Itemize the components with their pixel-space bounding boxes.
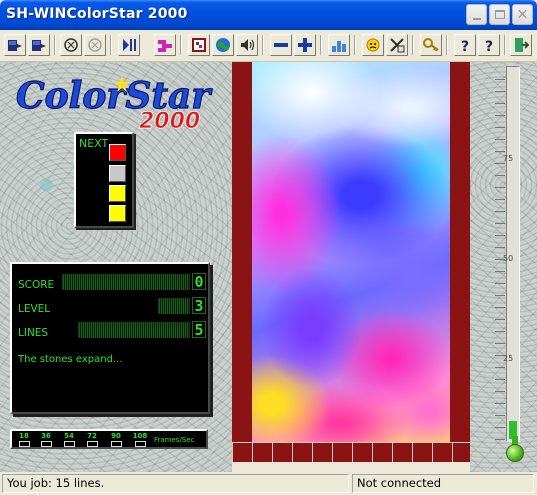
- open-game-button[interactable]: [28, 34, 50, 56]
- level-button[interactable]: [154, 34, 176, 56]
- decrease-button[interactable]: [270, 34, 292, 56]
- toolbar-separator: [446, 35, 448, 55]
- toolbar-separator: [54, 35, 56, 55]
- next-label: NEXT: [79, 137, 109, 150]
- lines-label: LINES: [18, 327, 49, 339]
- speed-option-90[interactable]: 90: [106, 432, 126, 447]
- next-block-4: [109, 205, 126, 222]
- network-icon: [216, 38, 230, 52]
- game-board-frame: [232, 62, 470, 462]
- score-bar: [62, 274, 190, 290]
- lines-bar: [78, 322, 190, 338]
- network-button[interactable]: [212, 34, 234, 56]
- game-board[interactable]: [252, 62, 450, 442]
- volume-icon: [241, 39, 255, 51]
- toolbar-separator: [180, 35, 182, 55]
- close-icon: ✕: [516, 6, 529, 23]
- new-game-icon: [8, 40, 22, 51]
- board-button[interactable]: [188, 34, 210, 56]
- next-piece-panel: NEXT: [74, 132, 134, 228]
- toolbar-separator: [262, 35, 264, 55]
- maximize-button[interactable]: [489, 4, 510, 25]
- pause-icon: [123, 39, 136, 51]
- exit-icon: [515, 38, 530, 52]
- pause-button[interactable]: [118, 34, 140, 56]
- exit-button[interactable]: [510, 34, 532, 56]
- svg-text:?: ?: [485, 39, 493, 54]
- minimize-button[interactable]: [466, 4, 487, 25]
- disabled-sound-icon: [88, 38, 102, 52]
- status-bar: You job: 15 lines. Not connected: [0, 472, 537, 495]
- toolbar-separator: [412, 35, 414, 55]
- title-bar[interactable]: SH-WINColorStar 2000 ✕: [0, 0, 537, 30]
- game-message: The stones expand...: [18, 354, 123, 365]
- level-bar: [158, 298, 190, 314]
- new-game-button[interactable]: [4, 34, 26, 56]
- gauge-label-75: 75: [503, 154, 514, 163]
- status-connection: Not connected: [352, 474, 534, 493]
- game-client-area: ColorStar 2000 NEXT SCORE 0 LEVEL 3 LINE…: [0, 62, 537, 472]
- board-icon: [192, 38, 206, 52]
- next-block-3: [109, 185, 126, 202]
- window-title: SH-WINColorStar 2000: [6, 6, 188, 22]
- sound-icon: [64, 38, 78, 52]
- speed-option-54[interactable]: 54: [59, 432, 79, 447]
- next-block-2: [109, 165, 126, 182]
- speed-option-36[interactable]: 36: [36, 432, 56, 447]
- colorstar-logo: ColorStar 2000: [15, 74, 213, 134]
- player-icon: [366, 38, 380, 52]
- decrease-icon: [274, 43, 288, 47]
- open-game-icon: [32, 40, 46, 51]
- speed-option-108[interactable]: 108: [130, 432, 150, 447]
- speed-unit-label: Frames/Sec: [154, 436, 195, 444]
- stats-panel: SCORE 0 LEVEL 3 LINES 5 The stones expan…: [10, 262, 210, 414]
- high-scores-button[interactable]: [328, 34, 350, 56]
- gauge-label-25: 25: [503, 354, 514, 363]
- player-button[interactable]: [362, 34, 384, 56]
- minimize-icon: [472, 17, 481, 20]
- music-button[interactable]: [84, 34, 106, 56]
- tools-icon: [390, 38, 405, 53]
- increase-icon: [298, 38, 312, 52]
- next-block-1: [109, 144, 126, 161]
- lines-value: 5: [192, 321, 206, 339]
- svg-text:?: ?: [461, 39, 469, 54]
- level-icon: [158, 40, 172, 52]
- right-brick-wall: [450, 62, 470, 462]
- maximize-icon: [494, 10, 505, 19]
- high-scores-icon: [332, 41, 346, 52]
- sound-button[interactable]: [60, 34, 82, 56]
- context-help-icon: ?: [485, 39, 493, 54]
- status-goal: You job: 15 lines.: [2, 474, 349, 493]
- help-button[interactable]: ?: [454, 34, 476, 56]
- toolbar-separator: [504, 35, 506, 55]
- help-icon: ?: [461, 39, 469, 54]
- logo-year: 2000: [139, 109, 200, 134]
- score-label: SCORE: [18, 279, 55, 291]
- close-button[interactable]: ✕: [512, 4, 533, 25]
- score-value: 0: [192, 273, 206, 291]
- volume-button[interactable]: [236, 34, 258, 56]
- speed-option-18[interactable]: 18: [14, 432, 34, 447]
- toolbar-separator: [354, 35, 356, 55]
- key-icon: [423, 38, 439, 52]
- context-help-button[interactable]: ?: [478, 34, 500, 56]
- increase-button[interactable]: [294, 34, 316, 56]
- bottom-brick-wall: [232, 442, 470, 462]
- gauge-bulb-icon: [506, 444, 524, 462]
- toolbar: ? ?: [0, 30, 537, 62]
- gauge-label-50: 50: [503, 254, 514, 263]
- toolbar-separator: [320, 35, 322, 55]
- tools-button[interactable]: [386, 34, 408, 56]
- left-brick-wall: [232, 62, 252, 462]
- speed-option-72[interactable]: 72: [82, 432, 102, 447]
- key-button[interactable]: [420, 34, 442, 56]
- speed-selector: 18 36 54 72 90 108 Frames/Sec: [10, 429, 208, 449]
- level-label: LEVEL: [18, 303, 51, 315]
- level-value: 3: [192, 297, 206, 315]
- toolbar-separator: [110, 35, 112, 55]
